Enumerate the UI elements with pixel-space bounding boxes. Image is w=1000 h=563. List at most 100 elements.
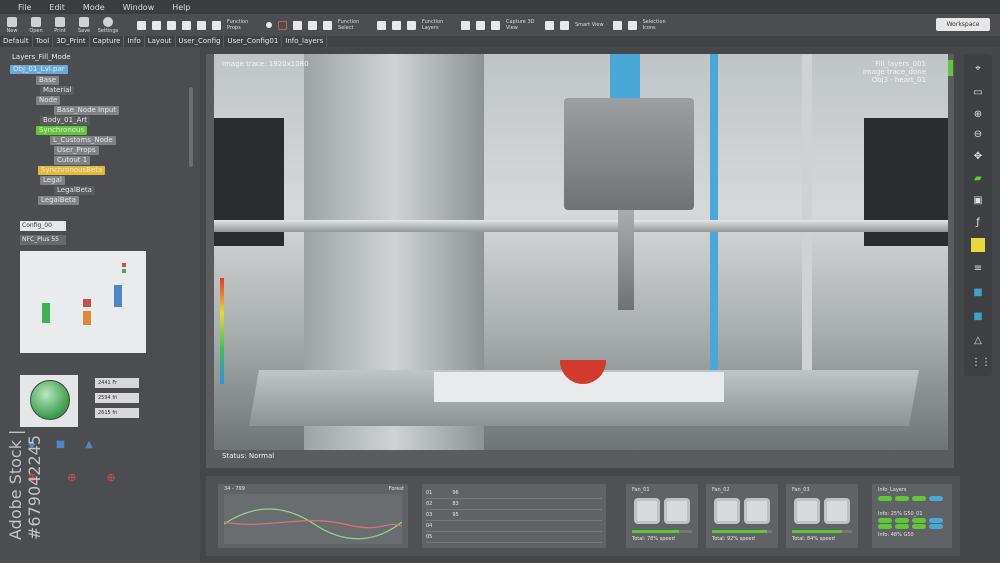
tree-item[interactable]: Material <box>40 86 75 95</box>
layer-icon[interactable]: ■ <box>971 286 985 300</box>
value-spinner-1[interactable]: 2441 Fr <box>95 378 139 388</box>
selection-icons-label[interactable]: Selection Icons <box>643 19 673 31</box>
menu-edit[interactable]: Edit <box>49 3 65 12</box>
fan-speed-label: Total: 92% speed <box>712 536 755 542</box>
tree-item[interactable]: Synchronous <box>36 126 88 135</box>
function-select-label[interactable]: Function Select <box>338 19 368 31</box>
tree-item[interactable]: Legal <box>40 176 65 185</box>
open-button[interactable]: Open <box>24 16 48 34</box>
tab-tool[interactable]: Tool <box>33 36 54 47</box>
tool-square-icon[interactable] <box>293 20 302 30</box>
tool-square-icon[interactable] <box>461 20 470 30</box>
tool-square-icon[interactable] <box>308 20 317 30</box>
menu-help[interactable]: Help <box>172 3 190 12</box>
tab-user-config[interactable]: User_Config <box>176 36 225 47</box>
shape-icon[interactable]: ▰ <box>971 172 985 186</box>
fan-title: Fan_02 <box>712 487 730 493</box>
new-button[interactable]: New <box>0 16 24 34</box>
status-pill <box>895 496 909 501</box>
fan-icon <box>824 498 850 524</box>
cube-icon[interactable]: ▣ <box>971 194 985 208</box>
value-spinner-2[interactable]: 2594 fri <box>95 393 139 403</box>
tree-item[interactable]: Node <box>36 96 61 105</box>
tree-item[interactable]: L_Customs_Node <box>50 136 116 145</box>
tree-item[interactable]: Cutout 1 <box>54 156 91 165</box>
tab-capture[interactable]: Capture <box>90 36 125 47</box>
zoom-out-icon[interactable]: ⊖ <box>971 128 985 142</box>
tool-square-icon[interactable] <box>627 20 637 30</box>
tool-square-icon[interactable] <box>167 20 176 30</box>
tool-square-icon[interactable] <box>476 20 485 30</box>
zoom-in-icon[interactable]: ⊕ <box>971 108 985 122</box>
tab-user-config01[interactable]: User_Config01 <box>224 36 283 47</box>
tab-default[interactable]: Default <box>0 36 33 47</box>
fan-icon <box>634 498 660 524</box>
config-dropdown[interactable]: Config_00 <box>20 221 66 231</box>
tree-item[interactable]: Body_01_Art <box>40 116 90 125</box>
tool-square-icon[interactable] <box>212 20 221 30</box>
status-pill <box>929 496 943 501</box>
value-spinner-3[interactable]: 2615 fri <box>95 408 139 418</box>
circle-icon[interactable] <box>278 20 287 30</box>
tool-square-icon[interactable] <box>560 20 569 30</box>
triangle-icon[interactable]: △ <box>971 334 985 348</box>
target-icon[interactable]: ⌖ <box>971 62 985 76</box>
open-icon <box>31 16 41 27</box>
list-icon[interactable]: ≡ <box>971 262 985 276</box>
function-props-label[interactable]: Function Props <box>227 19 257 31</box>
tab-layout[interactable]: Layout <box>145 36 176 47</box>
menu-file[interactable]: File <box>18 3 31 12</box>
tool-square-icon[interactable] <box>137 20 146 30</box>
info-line-2: Info: 48% G50 <box>878 532 914 538</box>
shape-tool-icon[interactable]: ▲ <box>85 439 93 451</box>
function-icon[interactable]: ƒ <box>971 216 985 230</box>
fan-speed-bar <box>632 530 692 533</box>
tree-item[interactable]: Base <box>36 76 60 85</box>
function-layers-label[interactable]: Function Layers <box>422 19 452 31</box>
tree-item[interactable]: User_Props <box>54 146 99 155</box>
shape-tool-icon[interactable]: ■ <box>56 439 65 451</box>
tool-square-icon[interactable] <box>197 20 206 30</box>
dot-icon[interactable] <box>266 22 272 28</box>
workspace-button[interactable]: Workspace <box>936 18 990 31</box>
tree-item[interactable]: SynchronousBeta <box>38 166 106 175</box>
fan-speed-bar <box>792 530 852 533</box>
print-button[interactable]: Print <box>48 16 72 34</box>
yellow-grid-icon[interactable] <box>971 238 985 252</box>
tool-square-icon[interactable] <box>392 20 401 30</box>
tab-info[interactable]: Info <box>124 36 145 47</box>
menu-mode[interactable]: Mode <box>83 3 105 12</box>
crosshair-icon[interactable]: ⊕ <box>67 471 76 485</box>
layer-icon[interactable]: ■ <box>971 310 985 324</box>
fan-title: Fan_01 <box>632 487 650 493</box>
menu-window[interactable]: Window <box>123 3 155 12</box>
nfc-preset-button[interactable]: NFC_Plus 55 <box>20 235 66 245</box>
capture-3d-view-label[interactable]: Capture 3D View <box>506 19 536 31</box>
smart-view-label[interactable]: Smart View <box>575 22 604 28</box>
tool-square-icon[interactable] <box>152 20 161 30</box>
settings-button[interactable]: Settings <box>96 16 120 34</box>
window-icon[interactable]: ▭ <box>971 86 985 100</box>
tool-square-icon[interactable] <box>545 20 554 30</box>
tab-info-layers[interactable]: Info_layers <box>282 36 328 47</box>
3d-viewport[interactable]: Image trace: 1920x1080 Fill_layers_001 I… <box>206 54 954 468</box>
sphere-preview[interactable] <box>20 375 78 427</box>
tool-square-icon[interactable] <box>182 20 191 30</box>
panel-scrollbar[interactable] <box>189 87 193 167</box>
grid-icon[interactable]: ⋮⋮ <box>971 356 991 370</box>
tool-square-icon[interactable] <box>323 20 332 30</box>
crosshair-icon[interactable]: ⊕ <box>106 471 115 485</box>
tool-square-icon[interactable] <box>377 20 386 30</box>
save-button[interactable]: Save <box>72 16 96 34</box>
panel-title: Layers_Fill_Mode <box>12 53 71 61</box>
tab-bar: Default Tool 3D_Print Capture Info Layou… <box>0 36 1000 47</box>
tool-square-icon[interactable] <box>407 20 416 30</box>
tool-square-icon[interactable] <box>491 20 500 30</box>
tree-item[interactable]: LegalBeta <box>38 196 79 205</box>
tree-item[interactable]: Obj_01_Lvl.par <box>10 65 68 74</box>
tree-item[interactable]: LegalBeta <box>54 186 95 195</box>
tab-3d-print[interactable]: 3D_Print <box>53 36 90 47</box>
tree-item[interactable]: Base_Node Input <box>54 106 120 115</box>
tool-square-icon[interactable] <box>612 20 622 30</box>
move-icon[interactable]: ✥ <box>971 150 985 164</box>
